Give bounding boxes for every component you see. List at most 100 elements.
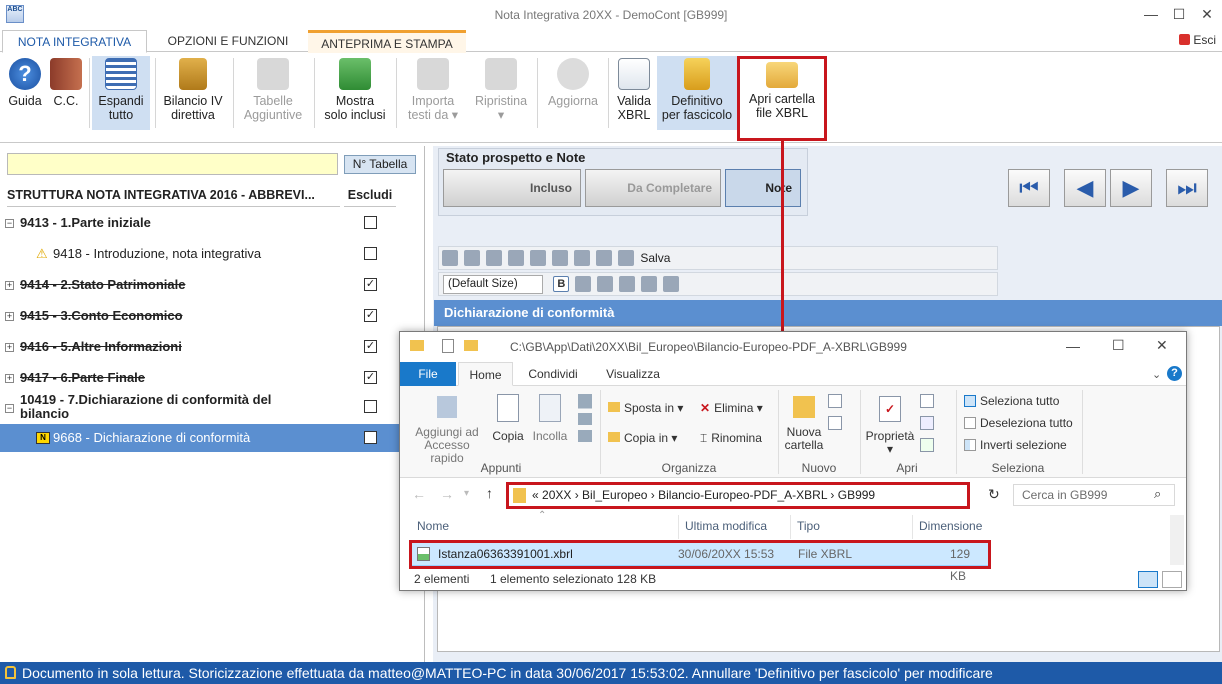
espandi-tutto-button[interactable]: Espandi tutto (92, 56, 150, 130)
exclude-checkbox[interactable] (364, 247, 377, 260)
replace-icon[interactable] (596, 250, 612, 266)
col-dimensione[interactable]: Dimensione (912, 515, 992, 539)
n-tabella-button[interactable]: N° Tabella (344, 155, 416, 174)
explorer-help-icon[interactable]: ? (1167, 366, 1182, 381)
esci-button[interactable]: Esci (1179, 33, 1216, 47)
history-icon[interactable] (920, 438, 934, 452)
tree-row[interactable]: + 9416 - 5.Altre Informazioni ✓ (0, 332, 424, 363)
properties-icon[interactable] (442, 339, 454, 353)
importa-testi-button[interactable]: Importa testi da ▾ (400, 56, 466, 130)
note-button[interactable]: Note (725, 169, 801, 207)
guida-button[interactable]: ? Guida (4, 56, 46, 130)
expand-icon[interactable]: + (5, 312, 14, 321)
new-folder-button[interactable]: Nuova cartella (782, 396, 826, 452)
tree-row[interactable]: + 9415 - 3.Conto Economico ✓ (0, 301, 424, 332)
aggiorna-button[interactable]: Aggiorna (541, 56, 605, 130)
cc-button[interactable]: C.C. (47, 56, 85, 130)
next-page-button[interactable]: ▶ (1110, 169, 1152, 207)
new-item-icon[interactable] (828, 394, 842, 408)
tree-row[interactable]: + 9417 - 6.Parte Finale ✓ (0, 363, 424, 394)
incluso-button[interactable]: Incluso (443, 169, 581, 207)
find-icon[interactable] (574, 250, 590, 266)
exclude-checkbox[interactable] (364, 216, 377, 229)
maximize-button[interactable]: ☐ (1164, 4, 1194, 24)
move-to-button[interactable]: Sposta in ▾ (608, 402, 683, 415)
font-color-icon[interactable] (641, 276, 658, 292)
deselect-all-button[interactable]: Deseleziona tutto (964, 417, 1073, 430)
strike-icon[interactable] (597, 276, 614, 292)
exclude-checkbox[interactable] (364, 400, 377, 413)
tree-row[interactable]: + 9414 - 2.Stato Patrimoniale ✓ (0, 270, 424, 301)
recent-icon[interactable]: ▾ (464, 488, 469, 499)
explorer-tab-condividi[interactable]: Condividi (518, 362, 588, 386)
explorer-minimize-button[interactable]: — (1066, 338, 1080, 354)
explorer-tab-file[interactable]: File (400, 362, 456, 386)
explorer-search-input[interactable]: Cerca in GB999 (1013, 484, 1175, 506)
explorer-tab-visualizza[interactable]: Visualizza (598, 362, 668, 386)
last-page-button[interactable]: ⏭ (1166, 169, 1208, 207)
first-page-button[interactable]: ⏮ (1008, 169, 1050, 207)
tree-row-selected[interactable]: N 9668 - Dichiarazione di conformità (0, 424, 424, 452)
col-ultima-modifica[interactable]: Ultima modifica (678, 515, 788, 539)
back-icon[interactable]: ← (412, 486, 426, 502)
close-button[interactable]: ✕ (1192, 4, 1222, 24)
explorer-maximize-button[interactable]: ☐ (1112, 337, 1125, 354)
col-tipo[interactable]: Tipo (790, 515, 910, 539)
ribbon-collapse-icon[interactable]: ⌄ (1152, 368, 1161, 381)
minimize-button[interactable]: — (1136, 4, 1166, 24)
exclude-checkbox[interactable] (364, 431, 377, 444)
tree-row[interactable]: − 9413 - 1.Parte iniziale (0, 208, 424, 239)
copy-button[interactable]: Copia (490, 394, 526, 443)
paste-icon[interactable] (486, 250, 502, 266)
explorer-tab-home[interactable]: Home (458, 362, 513, 386)
search-icon[interactable]: ⌕ (1154, 486, 1161, 502)
undo-icon[interactable] (508, 250, 524, 266)
scissors-icon[interactable] (578, 394, 592, 442)
font-size-select[interactable]: (Default Size) (443, 275, 543, 294)
up-icon[interactable]: ↑ (486, 485, 493, 501)
edit-icon[interactable] (920, 416, 934, 430)
explorer-close-button[interactable]: ✕ (1156, 337, 1168, 354)
tree-search-input[interactable] (7, 153, 338, 175)
tab-anteprima-stampa[interactable]: ANTEPRIMA E STAMPA (308, 30, 466, 53)
open-icon[interactable] (920, 394, 934, 408)
refresh-icon[interactable]: ↻ (988, 486, 1000, 503)
bold-icon[interactable]: B (553, 276, 570, 292)
select-icon[interactable] (552, 250, 568, 266)
exclude-checkbox[interactable]: ✓ (364, 371, 377, 384)
tree-row[interactable]: − 10419 - 7.Dichiarazione di conformità … (0, 392, 424, 424)
expand-icon[interactable]: + (5, 281, 14, 290)
exclude-checkbox[interactable]: ✓ (364, 309, 377, 322)
definitivo-fascicolo-button[interactable]: Definitivo per fascicolo (657, 56, 737, 130)
pin-quick-access-button[interactable]: Aggiungi ad Accesso rapido (406, 396, 488, 465)
mostra-solo-inclusi-button[interactable]: Mostra solo inclusi (318, 56, 392, 130)
expand-icon[interactable]: + (5, 374, 14, 383)
explorer-scrollbar[interactable] (1170, 515, 1184, 565)
forward-icon[interactable]: → (440, 486, 454, 502)
font-grow-icon[interactable] (619, 276, 636, 292)
rename-button[interactable]: ⌶ Rinomina (700, 432, 762, 445)
paste-button[interactable]: Incolla (530, 394, 570, 443)
highlight-icon[interactable] (663, 276, 680, 292)
da-completare-button[interactable]: Da Completare (585, 169, 721, 207)
exclude-checkbox[interactable]: ✓ (364, 340, 377, 353)
tab-opzioni-funzioni[interactable]: OPZIONI E FUNZIONI (150, 30, 306, 53)
select-all-button[interactable]: Seleziona tutto (964, 395, 1059, 408)
prev-page-button[interactable]: ◀ (1064, 169, 1106, 207)
delete-button[interactable]: ✕ Elimina ▾ (700, 402, 763, 415)
save-label[interactable]: Salva (640, 247, 670, 269)
details-view-icon[interactable] (1138, 571, 1158, 588)
copy-to-button[interactable]: Copia in ▾ (608, 432, 677, 445)
redo-icon[interactable] (530, 250, 546, 266)
easy-access-icon[interactable] (828, 416, 842, 430)
valida-xbrl-button[interactable]: Valida XBRL (612, 56, 656, 130)
copy-icon[interactable] (464, 250, 480, 266)
ripristina-button[interactable]: Ripristina ▾ (468, 56, 534, 130)
tab-nota-integrativa[interactable]: NOTA INTEGRATIVA (2, 30, 147, 53)
expand-icon[interactable]: + (5, 343, 14, 352)
tiles-view-icon[interactable] (1162, 571, 1182, 588)
properties-button[interactable]: ✓ Proprietà ▾ (864, 396, 916, 456)
tree-row[interactable]: ⚠ 9418 - Introduzione, nota integrativa (0, 239, 424, 270)
cut-icon[interactable] (442, 250, 458, 266)
collapse-icon[interactable]: − (5, 219, 14, 228)
